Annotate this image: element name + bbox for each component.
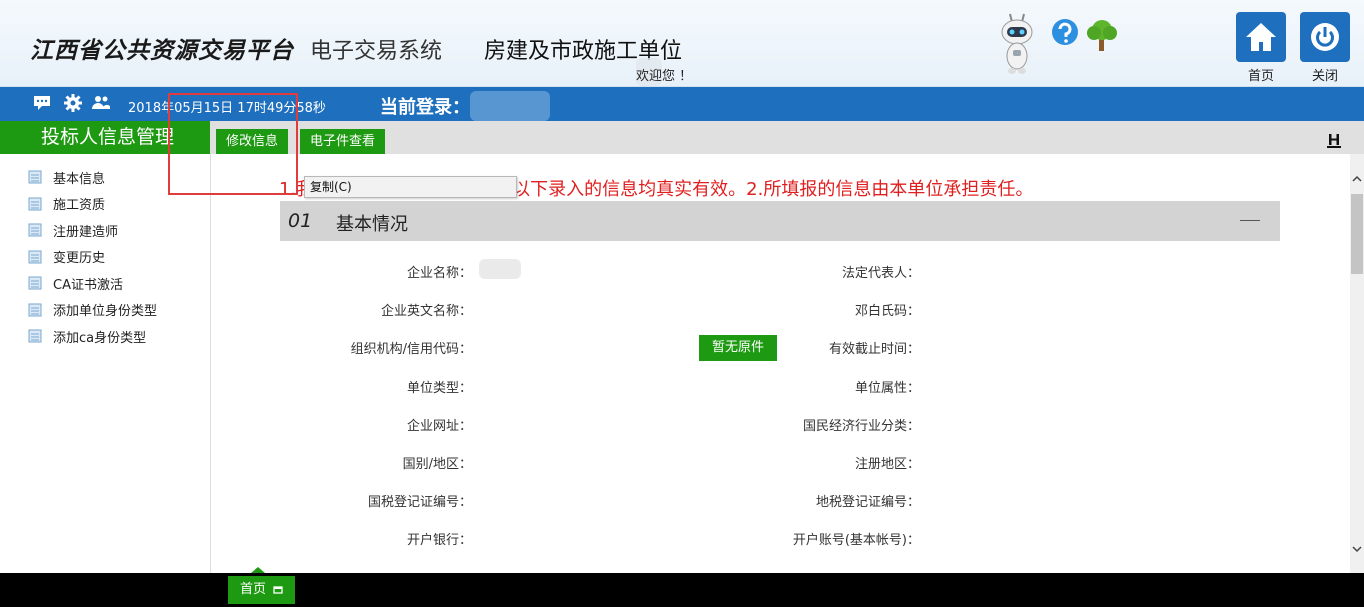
section-header-basic[interactable]: 01 基本情况 (280, 201, 1280, 241)
sidebar-item-add-unit-identity[interactable]: 添加单位身份类型 (0, 297, 210, 324)
field-label: 有效截止时间： (828, 342, 920, 357)
list-icon (28, 170, 42, 184)
field-label: 组织机构/信用代码： (350, 342, 472, 357)
current-login-user-blur (470, 91, 550, 121)
home-button[interactable]: 首页 (1236, 12, 1286, 84)
current-datetime: 2018年05月15日 17时49分58秒 (128, 101, 326, 116)
no-original-button[interactable]: 暂无原件 (699, 335, 778, 361)
robot-mascot-icon (1001, 13, 1033, 74)
sidebar-item-label: 添加单位身份类型 (53, 304, 158, 320)
field-label: 国别/地区： (402, 457, 472, 472)
list-icon (28, 303, 42, 317)
window-icon (273, 585, 283, 594)
chat-icon[interactable] (32, 93, 52, 113)
current-login-label: 当前登录： (380, 97, 470, 118)
field-label: 注册地区： (854, 457, 920, 472)
bottom-tab-bar: 首页 (0, 567, 1364, 607)
sidebar-item-ca-activation[interactable]: CA证书激活 (0, 270, 210, 297)
history-icon[interactable] (1326, 133, 1342, 149)
sidebar-item-label: 添加ca身份类型 (53, 330, 147, 346)
sidebar-menu: 基本信息 施工资质 注册建造师 变更历史 CA证书激活 添加单位身份类型 添加c… (0, 154, 210, 350)
close-button-label: 关闭 (1311, 69, 1338, 84)
sidebar-item-label: 注册建造师 (53, 224, 119, 240)
field-label: 国税登记证编号： (367, 495, 472, 510)
list-icon (28, 223, 42, 237)
content-toolbar: 修改信息 电子件查看 (211, 121, 1364, 155)
home-button-label: 首页 (1247, 69, 1274, 84)
company-name-value-blur (479, 259, 521, 279)
context-menu-copy[interactable]: 复制(C) (304, 176, 517, 198)
list-icon (28, 329, 42, 343)
tab-caret (251, 567, 265, 573)
view-efile-button[interactable]: 电子件查看 (300, 129, 386, 155)
field-label: 国民经济行业分类： (802, 419, 920, 434)
sidebar-item-add-ca-identity[interactable]: 添加ca身份类型 (0, 323, 210, 350)
scroll-down-icon[interactable] (1352, 544, 1362, 554)
sidebar-item-label: 基本信息 (53, 171, 106, 187)
sidebar-item-label: 变更历史 (53, 251, 106, 267)
sidebar-item-label: 施工资质 (53, 198, 106, 214)
section-title: 基本情况 (336, 214, 408, 235)
field-label: 邓白氏码： (854, 304, 920, 319)
system-subtitle: 电子交易系统 (310, 39, 443, 64)
users-icon[interactable] (91, 93, 111, 113)
field-label: 开户账号(基本帐号)： (792, 533, 920, 548)
collapse-icon[interactable] (1240, 220, 1260, 221)
sidebar-item-change-history[interactable]: 变更历史 (0, 244, 210, 271)
field-label: 地税登记证编号： (815, 495, 920, 510)
field-label: 企业网址： (406, 419, 472, 434)
sidebar-item-registered-builder[interactable]: 注册建造师 (0, 217, 210, 244)
field-label: 法定代表人： (841, 266, 920, 281)
section-number: 01 (288, 210, 313, 232)
sidebar-item-qualification[interactable]: 施工资质 (0, 191, 210, 218)
gear-icon[interactable] (63, 93, 83, 113)
list-icon (28, 250, 42, 264)
sidebar-item-label: CA证书激活 (53, 277, 123, 293)
field-label: 企业英文名称： (380, 304, 472, 319)
edit-info-button[interactable]: 修改信息 (216, 129, 289, 155)
tree-icon[interactable] (1084, 18, 1120, 52)
scroll-thumb[interactable] (1351, 194, 1363, 274)
platform-title: 江西省公共资源交易平台 (30, 38, 294, 64)
content-scrollbar[interactable] (1350, 154, 1364, 573)
help-icon[interactable] (1050, 18, 1080, 48)
field-label: 企业名称： (406, 266, 472, 281)
tab-home[interactable]: 首页 (228, 576, 296, 604)
close-button[interactable]: 关闭 (1300, 12, 1350, 84)
list-icon (28, 276, 42, 290)
sidebar-item-basic-info[interactable]: 基本信息 (0, 164, 210, 191)
field-label: 单位类型： (406, 381, 472, 396)
status-bar: 2018年05月15日 17时49分58秒 当前登录： (0, 87, 1364, 121)
field-label: 开户银行： (406, 533, 472, 548)
sidebar-title: 投标人信息管理 (0, 121, 210, 154)
app-header: 江西省公共资源交易平台 电子交易系统 房建及市政施工单位 欢迎您 ！ 首页 关闭 (0, 0, 1364, 87)
main-content: 1.我单位已经填写了承诺书，以下录入的信息均真实有效。2.所填报的信息由本单位承… (211, 154, 1350, 573)
field-label: 单位属性： (854, 381, 920, 396)
list-icon (28, 197, 42, 211)
home-icon (1246, 23, 1276, 51)
sidebar: 投标人信息管理 基本信息 施工资质 注册建造师 变更历史 CA证书激活 添加单位… (0, 121, 211, 573)
power-icon (1311, 23, 1339, 51)
tab-home-label: 首页 (240, 582, 267, 597)
welcome-text: 欢迎您 ！ (636, 69, 693, 84)
scroll-up-icon[interactable] (1352, 174, 1362, 184)
